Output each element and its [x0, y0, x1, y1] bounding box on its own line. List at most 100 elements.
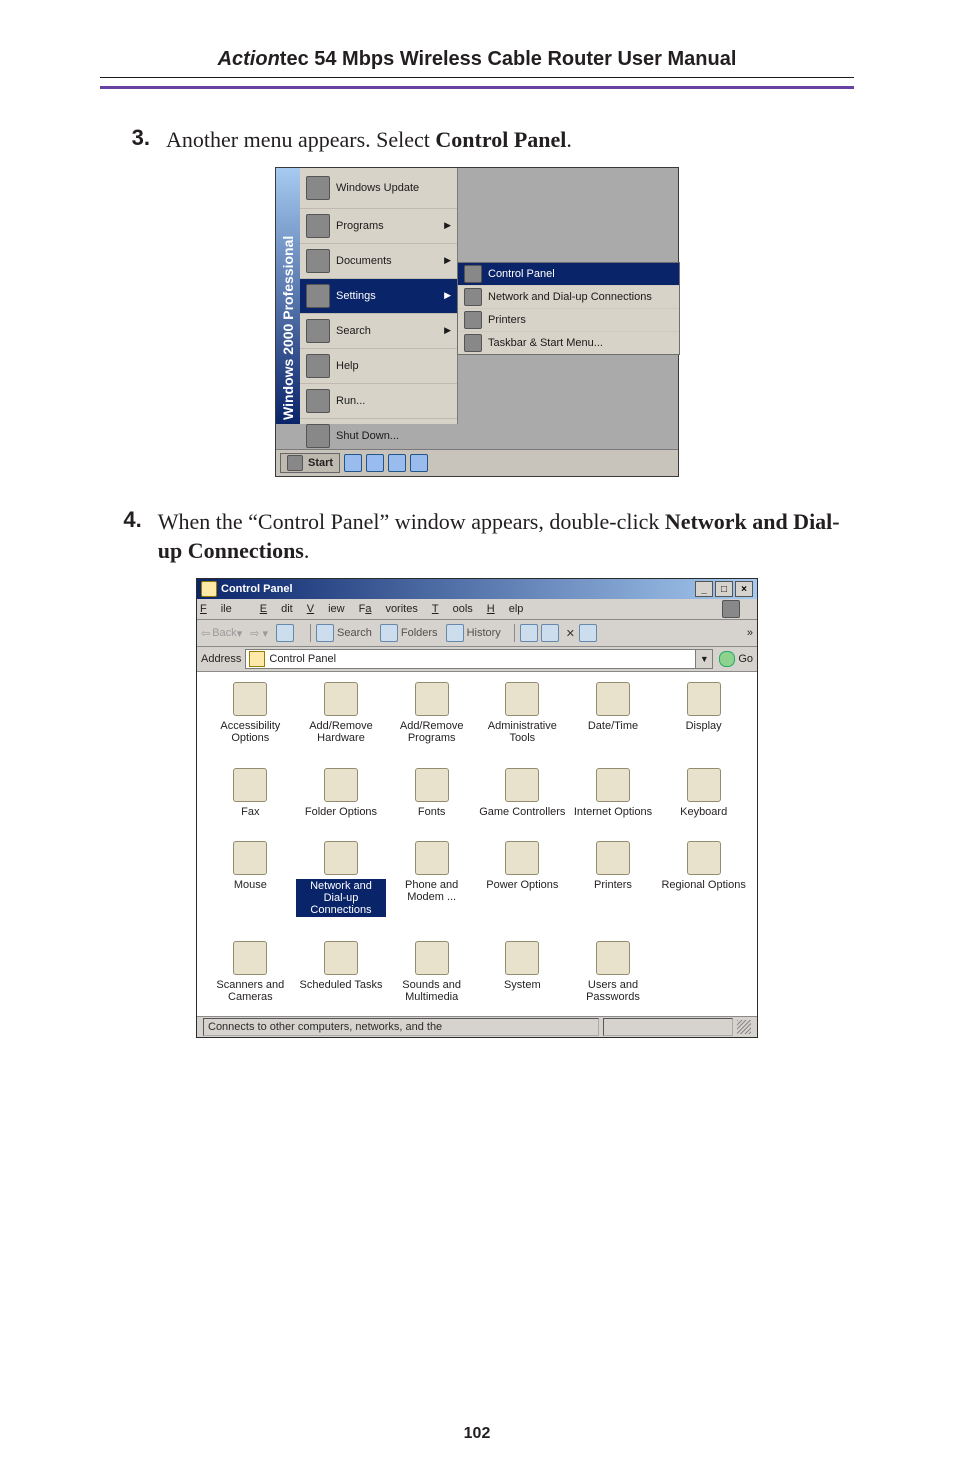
applet-label: Add/Remove Hardware: [296, 720, 387, 744]
start-item-windows-update[interactable]: Windows Update: [300, 168, 457, 208]
history-button[interactable]: History: [446, 624, 501, 642]
history-icon: [446, 624, 464, 642]
cp-icon[interactable]: Power Options: [477, 841, 568, 927]
menu-help[interactable]: Help: [487, 603, 524, 615]
submenu-taskbar[interactable]: Taskbar & Start Menu...: [458, 331, 679, 354]
back-button[interactable]: ⇦Back ▾: [201, 627, 242, 640]
applet-label: Users and Passwords: [568, 979, 659, 1003]
cp-icon[interactable]: Mouse: [205, 841, 296, 927]
applet-icon: [415, 941, 449, 975]
submenu-network-dialup[interactable]: Network and Dial-up Connections: [458, 285, 679, 308]
help-icon: [306, 354, 330, 378]
folders-button[interactable]: Folders: [380, 624, 438, 642]
applet-label: Date/Time: [588, 720, 638, 732]
move-to-icon[interactable]: [520, 624, 538, 642]
close-button[interactable]: ×: [735, 581, 753, 597]
start-item-help[interactable]: Help: [300, 348, 457, 383]
cp-icon[interactable]: Regional Options: [658, 841, 749, 927]
menu-tools[interactable]: Tools: [432, 603, 473, 615]
start-item-search[interactable]: Search▶: [300, 313, 457, 348]
quicklaunch-icon[interactable]: [366, 454, 384, 472]
minimize-button[interactable]: _: [695, 581, 713, 597]
go-button[interactable]: Go: [719, 651, 753, 667]
cp-icon[interactable]: Internet Options: [568, 768, 659, 827]
applet-icon: [233, 941, 267, 975]
address-field[interactable]: Control Panel: [245, 649, 696, 669]
address-label: Address: [201, 653, 241, 665]
cp-icon[interactable]: Accessibility Options: [205, 682, 296, 754]
cp-icon[interactable]: Add/Remove Programs: [386, 682, 477, 754]
cp-icon[interactable]: Users and Passwords: [568, 941, 659, 1013]
cp-icon[interactable]: System: [477, 941, 568, 1013]
applet-label: Regional Options: [661, 879, 745, 891]
applet-label: Sounds and Multimedia: [386, 979, 477, 1003]
search-icon: [306, 319, 330, 343]
undo-icon[interactable]: [579, 624, 597, 642]
cp-icon[interactable]: Network and Dial-up Connections: [296, 841, 387, 927]
menu-file[interactable]: File: [200, 603, 246, 615]
address-dropdown[interactable]: ▼: [696, 649, 713, 669]
applet-label: System: [504, 979, 541, 991]
start-item-run[interactable]: Run...: [300, 383, 457, 418]
quicklaunch-icon[interactable]: [344, 454, 362, 472]
menubar: File Edit View Favorites Tools Help: [197, 599, 757, 620]
submenu-arrow-icon: ▶: [444, 290, 451, 301]
step-number: 3.: [100, 125, 166, 155]
network-icon: [464, 288, 482, 306]
forward-button[interactable]: ⇨ ▾: [250, 627, 268, 640]
cp-icon[interactable]: Sounds and Multimedia: [386, 941, 477, 1013]
cp-icon[interactable]: Add/Remove Hardware: [296, 682, 387, 754]
cp-icon[interactable]: Fax: [205, 768, 296, 827]
menu-edit[interactable]: Edit: [260, 603, 293, 615]
header-rest: 54 Mbps Wireless Cable Router User Manua…: [309, 48, 737, 70]
applet-icon: [687, 841, 721, 875]
applet-label: Game Controllers: [479, 806, 565, 818]
cp-icon[interactable]: Display: [658, 682, 749, 754]
cp-icon[interactable]: Scheduled Tasks: [296, 941, 387, 1013]
submenu-control-panel[interactable]: Control Panel: [458, 263, 679, 285]
submenu-printers[interactable]: Printers: [458, 308, 679, 331]
maximize-button[interactable]: □: [715, 581, 733, 597]
quicklaunch-icon[interactable]: [410, 454, 428, 472]
search-button[interactable]: Search: [316, 624, 372, 642]
applet-icon: [505, 841, 539, 875]
applet-label: Fonts: [418, 806, 446, 818]
cp-icon[interactable]: Administrative Tools: [477, 682, 568, 754]
windows-update-icon: [306, 176, 330, 200]
cp-icon[interactable]: Keyboard: [658, 768, 749, 827]
run-icon: [306, 389, 330, 413]
start-item-shutdown[interactable]: Shut Down...: [300, 418, 457, 453]
submenu-arrow-icon: ▶: [444, 255, 451, 266]
applet-icon: [596, 941, 630, 975]
delete-button[interactable]: ✕: [566, 627, 575, 640]
menu-favorites[interactable]: Favorites: [359, 603, 418, 615]
start-item-documents[interactable]: Documents▶: [300, 243, 457, 278]
applet-icon: [505, 768, 539, 802]
cp-icon[interactable]: Phone and Modem ...: [386, 841, 477, 927]
documents-icon: [306, 249, 330, 273]
applet-icon: [596, 841, 630, 875]
menu-view[interactable]: View: [307, 603, 345, 615]
brand-italic: Action: [218, 48, 280, 70]
applet-label: Accessibility Options: [205, 720, 296, 744]
applet-icon: [233, 682, 267, 716]
copy-to-icon[interactable]: [541, 624, 559, 642]
cp-icon[interactable]: Game Controllers: [477, 768, 568, 827]
start-button[interactable]: Start: [280, 453, 340, 473]
cp-icon[interactable]: Date/Time: [568, 682, 659, 754]
start-item-programs[interactable]: Programs▶: [300, 208, 457, 243]
cp-icon[interactable]: Folder Options: [296, 768, 387, 827]
cp-icon[interactable]: Printers: [568, 841, 659, 927]
step-4: 4. When the “Control Panel” window appea…: [100, 507, 854, 566]
applet-icon: [324, 768, 358, 802]
control-panel-icon: [249, 651, 265, 667]
cp-icon[interactable]: Fonts: [386, 768, 477, 827]
up-button[interactable]: [276, 624, 297, 642]
toolbar-overflow[interactable]: »: [747, 627, 753, 639]
screenshot-control-panel: Control Panel _ □ × File Edit View Favor…: [196, 578, 758, 1038]
icon-grid: Accessibility OptionsAdd/Remove Hardware…: [197, 672, 757, 1022]
start-item-settings[interactable]: Settings▶: [300, 278, 457, 313]
cp-icon[interactable]: Scanners and Cameras: [205, 941, 296, 1013]
applet-icon: [324, 841, 358, 875]
quicklaunch-icon[interactable]: [388, 454, 406, 472]
